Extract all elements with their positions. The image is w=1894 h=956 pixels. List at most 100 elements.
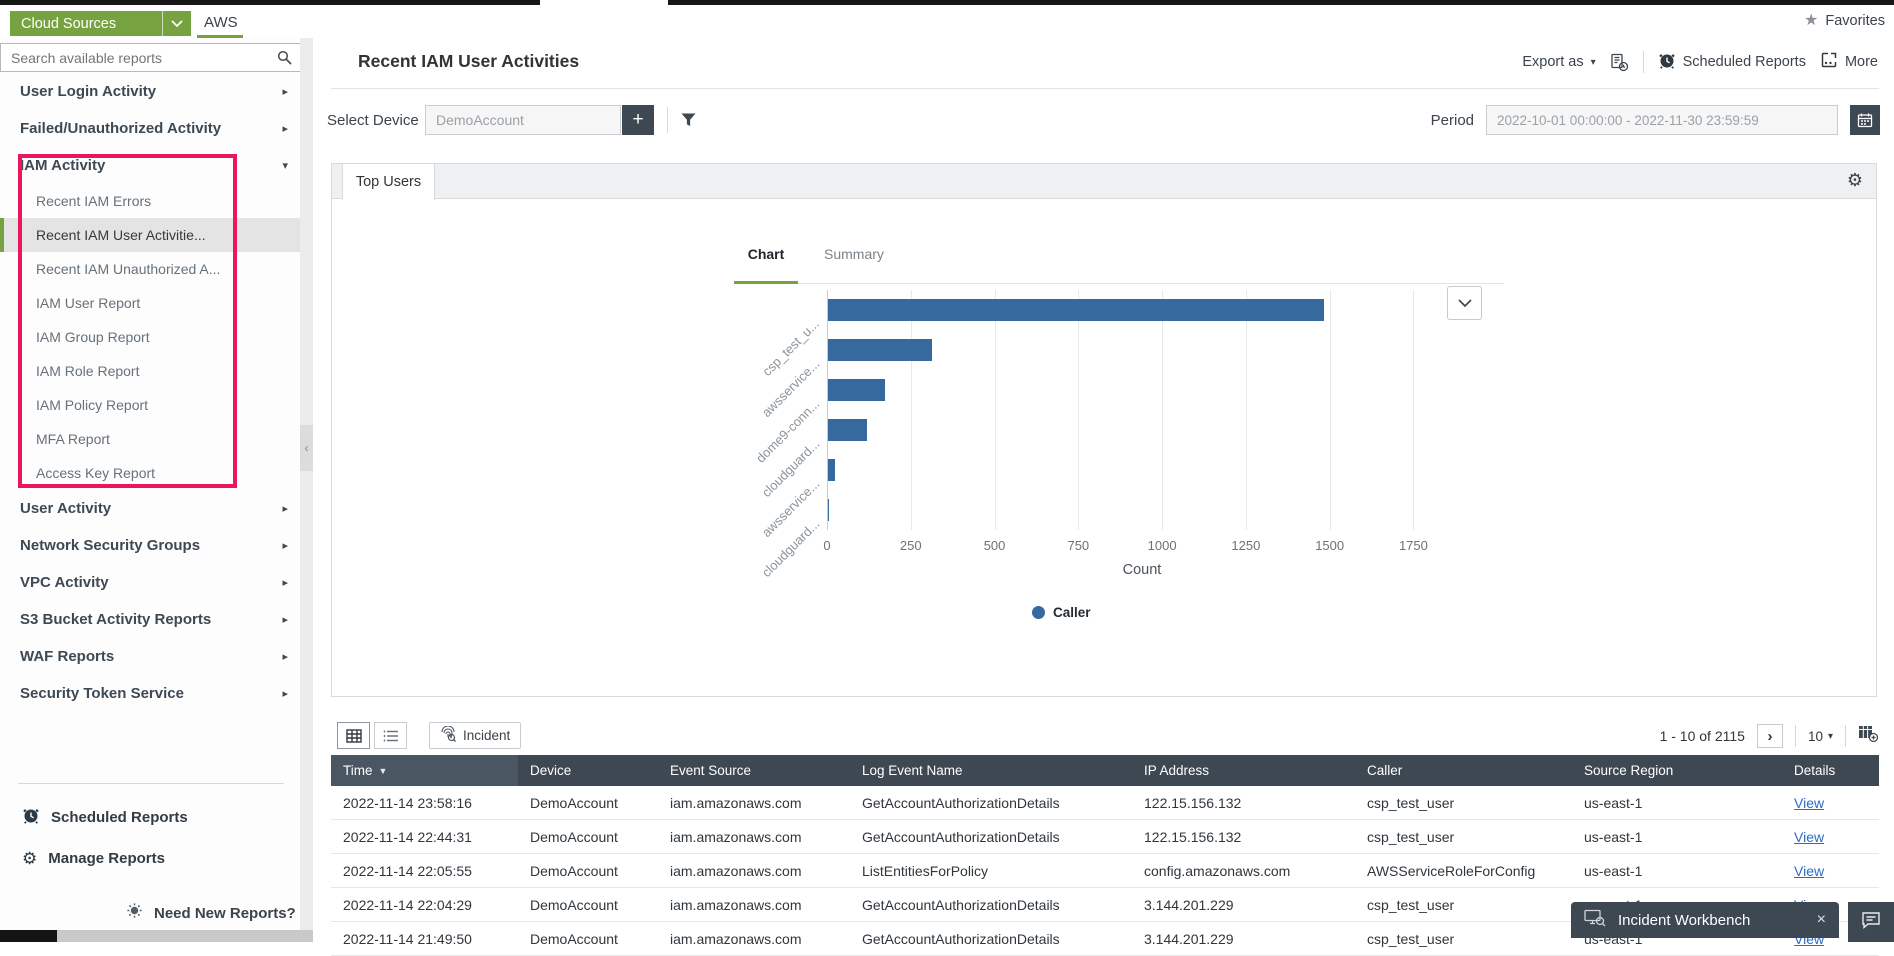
- column-header-ip-address[interactable]: IP Address: [1132, 755, 1355, 786]
- grid-view-button[interactable]: [337, 722, 370, 749]
- pagination-divider: [1845, 725, 1846, 747]
- cell-time: 2022-11-14 22:04:29: [331, 888, 518, 921]
- close-icon[interactable]: ×: [1817, 912, 1826, 928]
- sidebar-item-failed-unauthorized-activity[interactable]: Failed/Unauthorized Activity▸: [0, 110, 300, 147]
- legend-item-caller[interactable]: Caller: [1032, 605, 1091, 620]
- sidebar-item-recent-iam-unauthorized-a[interactable]: Recent IAM Unauthorized A...: [0, 252, 300, 286]
- chevron-down-icon[interactable]: [162, 11, 191, 36]
- sidebar-scheduled-reports[interactable]: Scheduled Reports: [22, 803, 188, 831]
- sidebar-item-user-login-activity[interactable]: User Login Activity▸: [0, 73, 300, 110]
- calendar-button[interactable]: [1850, 105, 1880, 135]
- column-header-label: Source Region: [1584, 763, 1673, 778]
- panel-body: Chart Summary csp_test_u...awsservice...…: [332, 199, 1876, 696]
- favorites-button[interactable]: ★ Favorites: [1804, 13, 1885, 29]
- column-header-label: Device: [530, 763, 571, 778]
- sidebar-item-iam-group-report[interactable]: IAM Group Report: [0, 320, 300, 354]
- column-header-time[interactable]: Time▼: [331, 755, 518, 786]
- column-header-log-event-name[interactable]: Log Event Name: [850, 755, 1132, 786]
- sidebar-item-iam-role-report[interactable]: IAM Role Report: [0, 354, 300, 388]
- column-header-device[interactable]: Device: [518, 755, 658, 786]
- export-schedule-icon[interactable]: [1610, 53, 1629, 72]
- page-size-value: 10: [1808, 729, 1823, 744]
- add-device-button[interactable]: +: [622, 105, 654, 135]
- view-details-link[interactable]: View: [1794, 829, 1824, 845]
- x-tick-label: 1000: [1137, 538, 1187, 553]
- export-as-button[interactable]: Export as ▾: [1522, 54, 1595, 70]
- view-details-link[interactable]: View: [1794, 863, 1824, 879]
- sidebar-groups-bottom: User Activity▸Network Security Groups▸VP…: [0, 490, 300, 712]
- sidebar-manage-reports[interactable]: ⚙ Manage Reports: [22, 844, 165, 872]
- chart-bar: [828, 499, 829, 521]
- chevron-right-icon: ▸: [282, 687, 288, 700]
- more-button[interactable]: More: [1820, 51, 1878, 73]
- table-view-toolbar: Incident: [337, 722, 521, 749]
- cell-log-event-name: GetAccountAuthorizationDetails: [850, 820, 1132, 853]
- chevron-down-icon: ▾: [282, 159, 288, 172]
- chat-button[interactable]: [1848, 902, 1894, 942]
- sidebar-item-iam-activity[interactable]: IAM Activity▾: [0, 147, 300, 184]
- chart-bar: [828, 339, 932, 361]
- sidebar-item-mfa-report[interactable]: MFA Report: [0, 422, 300, 456]
- gridline: [827, 290, 828, 530]
- cell-time: 2022-11-14 21:49:50: [331, 922, 518, 955]
- page-size-dropdown[interactable]: 10 ▾: [1808, 729, 1833, 744]
- legend-dot-icon: [1032, 606, 1045, 619]
- page-title: Recent IAM User Activities: [358, 51, 579, 72]
- x-tick-label: 1750: [1388, 538, 1438, 553]
- sidebar-item-recent-iam-user-activitie[interactable]: Recent IAM User Activitie...: [0, 218, 300, 252]
- incident-button[interactable]: Incident: [429, 722, 521, 749]
- sidebar-item-waf-reports[interactable]: WAF Reports▸: [0, 638, 300, 675]
- next-page-button[interactable]: ›: [1757, 724, 1783, 748]
- x-tick-label: 1500: [1305, 538, 1355, 553]
- view-details-link[interactable]: View: [1794, 795, 1824, 811]
- more-icon: [1820, 51, 1838, 73]
- sidebar-item-iam-policy-report[interactable]: IAM Policy Report: [0, 388, 300, 422]
- sidebar-collapse-handle[interactable]: ‹: [300, 425, 313, 471]
- sidebar-item-vpc-activity[interactable]: VPC Activity▸: [0, 564, 300, 601]
- filter-funnel-icon[interactable]: [681, 113, 696, 132]
- pagination-divider: [1795, 725, 1796, 747]
- cloud-sources-dropdown[interactable]: Cloud Sources: [10, 11, 191, 36]
- column-header-source-region[interactable]: Source Region: [1572, 755, 1782, 786]
- workbench-label: Incident Workbench: [1618, 912, 1805, 929]
- column-header-label: Log Event Name: [862, 763, 963, 778]
- panel-settings-gear-icon[interactable]: ⚙: [1847, 171, 1863, 189]
- add-column-icon[interactable]: [1858, 725, 1878, 747]
- sidebar-item-iam-user-report[interactable]: IAM User Report: [0, 286, 300, 320]
- column-header-caller[interactable]: Caller: [1355, 755, 1572, 786]
- sidebar-item-access-key-report[interactable]: Access Key Report: [0, 456, 300, 490]
- period-input[interactable]: [1486, 105, 1838, 135]
- tab-top-users[interactable]: Top Users: [342, 164, 435, 200]
- sidebar-item-security-token-service[interactable]: Security Token Service▸: [0, 675, 300, 712]
- sidebar-item-label: User Activity: [20, 500, 111, 517]
- star-icon: ★: [1804, 13, 1818, 29]
- search-input[interactable]: [1, 50, 277, 66]
- tab-summary[interactable]: Summary: [824, 246, 884, 262]
- list-view-button[interactable]: [374, 722, 407, 749]
- sidebar-item-s3-bucket-activity-reports[interactable]: S3 Bucket Activity Reports▸: [0, 601, 300, 638]
- cell-ip-address: config.amazonaws.com: [1132, 854, 1355, 887]
- cell-log-event-name: ListEntitiesForPolicy: [850, 854, 1132, 887]
- need-new-reports-button[interactable]: Need New Reports?: [125, 899, 296, 927]
- sidebar-item-user-activity[interactable]: User Activity▸: [0, 490, 300, 527]
- cell-log-event-name: GetAccountAuthorizationDetails: [850, 786, 1132, 819]
- cell-event-source: iam.amazonaws.com: [658, 888, 850, 921]
- device-input[interactable]: [425, 105, 621, 135]
- panel-tabbar: Top Users ⚙: [332, 164, 1876, 199]
- column-header-label: Details: [1794, 763, 1835, 778]
- gridline: [1246, 290, 1247, 530]
- chevron-right-icon: ▸: [282, 85, 288, 98]
- incident-workbench-bar[interactable]: Incident Workbench ×: [1571, 902, 1839, 938]
- column-header-details[interactable]: Details: [1782, 755, 1879, 786]
- search-icon[interactable]: [277, 50, 300, 65]
- sidebar-item-network-security-groups[interactable]: Network Security Groups▸: [0, 527, 300, 564]
- cell-caller: csp_test_user: [1355, 786, 1572, 819]
- cell-source-region: us-east-1: [1572, 786, 1782, 819]
- tab-aws[interactable]: AWS: [204, 14, 238, 31]
- sort-desc-icon: ▼: [379, 766, 388, 776]
- column-header-label: Caller: [1367, 763, 1402, 778]
- scheduled-reports-button[interactable]: Scheduled Reports: [1658, 51, 1806, 73]
- column-header-event-source[interactable]: Event Source: [658, 755, 850, 786]
- sidebar-item-recent-iam-errors[interactable]: Recent IAM Errors: [0, 184, 300, 218]
- header-rule: [331, 88, 1879, 89]
